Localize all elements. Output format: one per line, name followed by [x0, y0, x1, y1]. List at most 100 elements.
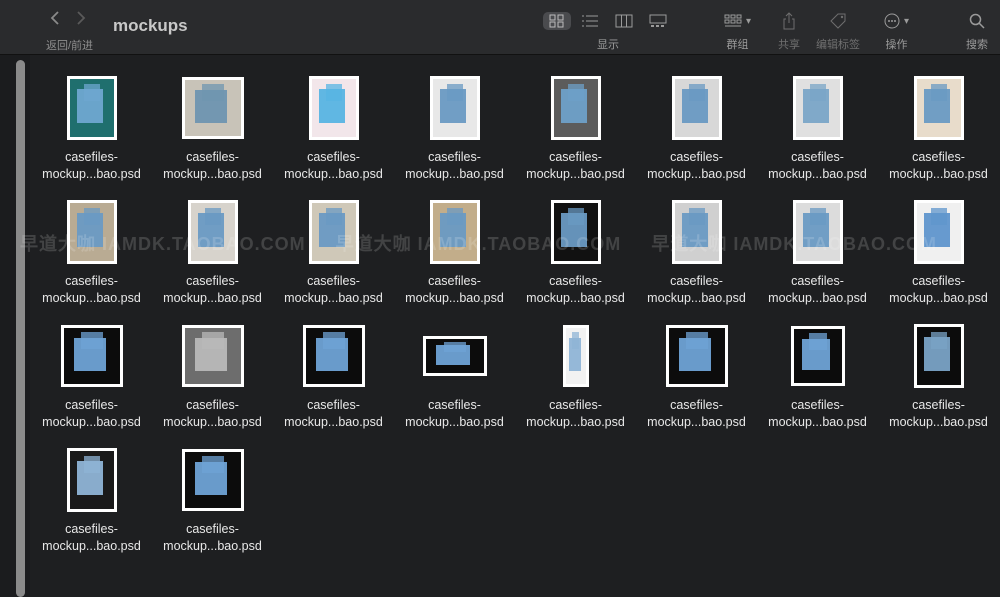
edit-tags-button[interactable]: 编辑标签	[816, 10, 860, 52]
file-item[interactable]: casefiles-mockup...bao.psd	[152, 197, 273, 321]
file-name: casefiles-mockup...bao.psd	[889, 273, 988, 307]
group-button[interactable]: ▾ 群组	[724, 10, 751, 52]
file-item[interactable]: casefiles-mockup...bao.psd	[31, 445, 152, 569]
file-item[interactable]: casefiles-mockup...bao.psd	[636, 73, 757, 197]
chevron-down-icon: ▾	[904, 15, 910, 27]
file-thumbnail-area	[31, 73, 152, 143]
tags-label: 编辑标签	[816, 39, 860, 51]
watermark-text: 早道大咖 IAMDK.TAOBAO.COM	[651, 234, 937, 254]
file-name: casefiles-mockup...bao.psd	[163, 397, 262, 431]
file-item[interactable]: casefiles-mockup...bao.psd	[273, 197, 394, 321]
file-thumbnail-area	[31, 445, 152, 515]
file-name-line1: casefiles-	[307, 274, 360, 288]
file-name-line2: mockup...bao.psd	[647, 167, 746, 181]
file-item[interactable]: casefiles-mockup...bao.psd	[152, 445, 273, 569]
file-thumbnail	[792, 76, 843, 140]
file-thumbnail	[181, 77, 244, 139]
file-thumbnail-area	[152, 445, 273, 515]
forward-icon[interactable]	[76, 10, 86, 26]
thumbnail-image	[184, 328, 241, 384]
file-name: casefiles-mockup...bao.psd	[284, 397, 383, 431]
file-item[interactable]: casefiles-mockup...bao.psd	[878, 321, 999, 445]
file-thumbnail-area	[636, 321, 757, 391]
thumbnail-image	[69, 451, 114, 509]
thumbnail-shape	[446, 83, 464, 102]
file-item[interactable]: casefiles-mockup...bao.psd	[31, 321, 152, 445]
gallery-view-icon[interactable]	[643, 12, 673, 30]
file-item[interactable]: casefiles-mockup...bao.psd	[878, 73, 999, 197]
file-thumbnail-area	[31, 321, 152, 391]
file-name-line1: casefiles-	[186, 398, 239, 412]
file-item[interactable]: casefiles-mockup...bao.psd	[757, 197, 878, 321]
view-switcher: 显示	[543, 10, 673, 52]
scrollbar[interactable]	[16, 60, 25, 597]
thumbnail-shape	[688, 207, 706, 226]
file-name: casefiles-mockup...bao.psd	[889, 149, 988, 183]
share-icon	[782, 12, 796, 30]
thumbnail-image	[793, 329, 842, 383]
file-name-line1: casefiles-	[307, 150, 360, 164]
file-item[interactable]: casefiles-mockup...bao.psd	[636, 197, 757, 321]
thumbnail-shape	[930, 207, 948, 226]
window-title: mockups	[113, 16, 188, 35]
column-view-icon[interactable]	[609, 12, 639, 30]
file-item[interactable]: casefiles-mockup...bao.psd	[273, 321, 394, 445]
search-button[interactable]: 搜索	[966, 10, 988, 52]
icon-view-icon[interactable]	[543, 12, 571, 30]
thumbnail-shape	[444, 341, 467, 352]
file-name: casefiles-mockup...bao.psd	[42, 521, 141, 555]
file-item[interactable]: casefiles-mockup...bao.psd	[515, 321, 636, 445]
file-name-line2: mockup...bao.psd	[163, 291, 262, 305]
share-button[interactable]: 共享	[778, 10, 800, 52]
search-label: 搜索	[966, 39, 988, 51]
thumbnail-shape	[930, 83, 948, 102]
file-name-line2: mockup...bao.psd	[284, 167, 383, 181]
file-item[interactable]: casefiles-mockup...bao.psd	[757, 73, 878, 197]
file-thumbnail	[66, 76, 117, 140]
thumbnail-shape	[83, 455, 101, 474]
file-item[interactable]: casefiles-mockup...bao.psd	[273, 73, 394, 197]
thumbnail-shape	[202, 84, 224, 102]
file-item[interactable]: casefiles-mockup...bao.psd	[757, 321, 878, 445]
back-icon[interactable]	[50, 10, 60, 26]
thumbnail-shape	[809, 207, 827, 226]
file-thumbnail	[665, 325, 728, 387]
file-item[interactable]: casefiles-mockup...bao.psd	[152, 321, 273, 445]
file-thumbnail	[671, 76, 722, 140]
file-thumbnail	[790, 326, 845, 386]
file-item[interactable]: casefiles-mockup...bao.psd	[515, 73, 636, 197]
file-item[interactable]: casefiles-mockup...bao.psd	[878, 197, 999, 321]
file-item[interactable]: casefiles-mockup...bao.psd	[152, 73, 273, 197]
thumbnail-image	[674, 79, 719, 137]
thumbnail-shape	[202, 456, 224, 474]
file-item[interactable]: casefiles-mockup...bao.psd	[515, 197, 636, 321]
file-item[interactable]: casefiles-mockup...bao.psd	[394, 197, 515, 321]
file-name: casefiles-mockup...bao.psd	[647, 149, 746, 183]
file-name-line2: mockup...bao.psd	[405, 291, 504, 305]
file-item[interactable]: casefiles-mockup...bao.psd	[394, 73, 515, 197]
view-label: 显示	[597, 39, 619, 51]
thumbnail-shape	[81, 332, 103, 350]
file-thumbnail-area	[273, 73, 394, 143]
file-item[interactable]: casefiles-mockup...bao.psd	[636, 321, 757, 445]
file-thumbnail	[60, 325, 123, 387]
file-item[interactable]: casefiles-mockup...bao.psd	[394, 321, 515, 445]
tag-icon	[829, 13, 847, 29]
file-grid: casefiles-mockup...bao.psd casefiles-mock…	[31, 73, 999, 569]
watermark-text: 早道大咖 IAMDK.TAOBAO.COM	[335, 234, 622, 254]
list-view-icon[interactable]	[575, 12, 605, 30]
thumbnail-image	[184, 452, 241, 508]
share-label: 共享	[778, 39, 800, 51]
file-name: casefiles-mockup...bao.psd	[42, 273, 141, 307]
thumbnail-image	[69, 79, 114, 137]
file-name-line2: mockup...bao.psd	[768, 415, 867, 429]
action-button[interactable]: ▾ 操作	[884, 10, 909, 52]
file-item[interactable]: casefiles-mockup...bao.psd	[31, 197, 152, 321]
file-name: casefiles-mockup...bao.psd	[42, 149, 141, 183]
file-name: casefiles-mockup...bao.psd	[768, 397, 867, 431]
file-thumbnail	[429, 76, 480, 140]
file-item[interactable]: casefiles-mockup...bao.psd	[31, 73, 152, 197]
file-thumbnail	[562, 325, 589, 387]
thumbnail-image	[425, 339, 484, 373]
file-thumbnail-area	[515, 321, 636, 391]
